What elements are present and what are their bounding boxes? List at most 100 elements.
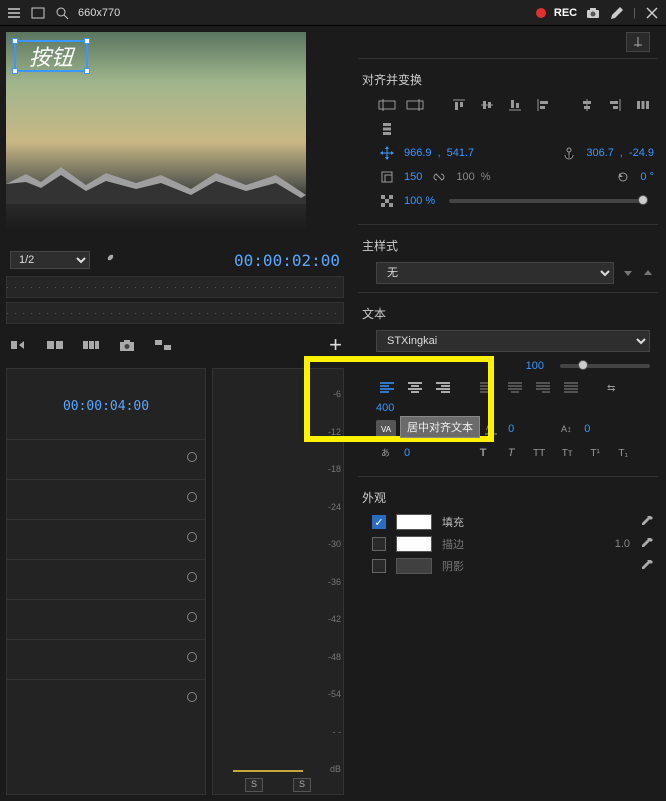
keyframe-icon[interactable] [187,692,197,702]
align-vcenter-icon[interactable] [476,96,498,114]
window-title: 660x770 [78,7,120,19]
push-style-down-icon[interactable] [622,267,634,279]
font-size-value[interactable]: 100 [526,360,544,372]
record-label[interactable]: REC [554,7,577,19]
keyframe-icon[interactable] [187,652,197,662]
scale-value[interactable]: 150 [404,171,422,183]
solo-button[interactable]: S [245,778,263,792]
kerning-icon: ⇆ [604,378,626,396]
link-scale-icon[interactable] [428,168,450,186]
eyedropper-icon[interactable] [640,537,654,551]
align-bottom-icon[interactable] [504,96,526,114]
superscript-icon[interactable]: T¹ [584,444,606,462]
anchor-x[interactable]: 306.7 [586,147,614,159]
opacity-value[interactable]: 100 % [404,195,435,207]
stroke-checkbox[interactable] [372,537,386,551]
close-icon[interactable] [644,5,660,21]
scale-h-value[interactable]: 100 [456,171,474,183]
baseline-value[interactable]: 0 [584,423,590,435]
svg-text:A↕: A↕ [561,424,572,434]
essential-graphics-panel: 对齐并变换 966.9 , 541.7 [350,26,666,801]
track-row[interactable] [7,439,205,473]
compare-icon[interactable] [152,336,174,354]
align-right-edges-icon[interactable] [404,96,426,114]
export-frame-icon[interactable] [80,336,102,354]
menu-icon[interactable] [6,5,22,21]
justify-left-icon[interactable] [476,378,498,396]
kerning-value[interactable]: 400 [376,402,394,414]
overwrite-icon[interactable] [44,336,66,354]
faux-bold-icon[interactable]: T [472,444,494,462]
smallcaps-icon[interactable]: Tᴛ [556,444,578,462]
anchor-y[interactable]: -24.9 [629,147,654,159]
svg-text:A: A [486,423,492,432]
keyframe-icon[interactable] [187,492,197,502]
font-size-slider[interactable] [560,364,650,368]
justify-right-icon[interactable] [532,378,554,396]
snapshot-icon[interactable] [116,336,138,354]
align-top-icon[interactable] [448,96,470,114]
window-icon[interactable] [30,5,46,21]
position-x[interactable]: 966.9 [404,147,432,159]
timeline-timecode[interactable]: 00:00:04:00 [7,399,205,414]
leading-value[interactable]: 0 [508,423,514,435]
align-left-icon[interactable] [532,96,554,114]
rotation-value[interactable]: 0 ° [640,171,654,183]
push-style-up-icon[interactable] [642,267,654,279]
keyframe-icon[interactable] [187,452,197,462]
camera-icon[interactable] [585,5,601,21]
stroke-color-swatch[interactable] [396,536,432,552]
add-track-button[interactable]: + [329,332,342,358]
solo-button[interactable]: S [293,778,311,792]
eyedropper-icon[interactable] [640,559,654,573]
svg-text:あ: あ [381,448,390,458]
faux-italic-icon[interactable]: T [500,444,522,462]
justify-all-icon[interactable] [560,378,582,396]
shadow-checkbox[interactable] [372,559,386,573]
align-left-edges-icon[interactable] [376,96,398,114]
master-style-select[interactable]: 无 [376,262,614,284]
position-y[interactable]: 541.7 [447,147,475,159]
stroke-label: 描边 [442,536,464,552]
track-row[interactable] [7,519,205,553]
align-right-icon[interactable] [604,96,626,114]
eyedropper-icon[interactable] [640,515,654,529]
distribute-v-icon[interactable] [376,120,398,138]
insert-icon[interactable] [8,336,30,354]
section-title: 文本 [362,305,654,322]
text-align-right-icon[interactable] [432,378,454,396]
track-row[interactable] [7,639,205,673]
font-family-select[interactable]: STXingkai [376,330,650,352]
opacity-slider[interactable] [449,199,646,203]
tsume-value[interactable]: 0 [404,447,410,459]
justify-center-icon[interactable] [504,378,526,396]
rotation-icon [612,168,634,186]
search-icon[interactable] [54,5,70,21]
edit-icon[interactable] [609,5,625,21]
playhead-timecode[interactable]: 00:00:02:00 [234,251,340,270]
zoom-scrollbar[interactable] [6,302,344,324]
text-align-center-icon[interactable] [404,378,426,396]
time-ruler[interactable] [6,276,344,298]
fill-color-swatch[interactable] [396,514,432,530]
subscript-icon[interactable]: T₁ [612,444,634,462]
text-layer-selection[interactable]: 按钮 [14,40,88,72]
pin-panel-icon[interactable] [626,32,650,52]
keyframe-icon[interactable] [187,572,197,582]
allcaps-icon[interactable]: TT [528,444,550,462]
keyframe-icon[interactable] [187,532,197,542]
track-row[interactable] [7,559,205,593]
text-align-left-icon[interactable] [376,378,398,396]
keyframe-icon[interactable] [187,612,197,622]
fill-checkbox[interactable]: ✓ [372,515,386,529]
track-row[interactable] [7,479,205,513]
track-row[interactable] [7,599,205,633]
align-hcenter-icon[interactable] [576,96,598,114]
divider: | [633,7,636,19]
distribute-h-icon[interactable] [632,96,654,114]
stroke-width-value[interactable]: 1.0 [615,538,630,550]
track-row[interactable] [7,679,205,713]
playback-resolution-select[interactable]: 1/2 [10,251,90,269]
shadow-color-swatch[interactable] [396,558,432,574]
wrench-icon[interactable] [100,252,116,268]
